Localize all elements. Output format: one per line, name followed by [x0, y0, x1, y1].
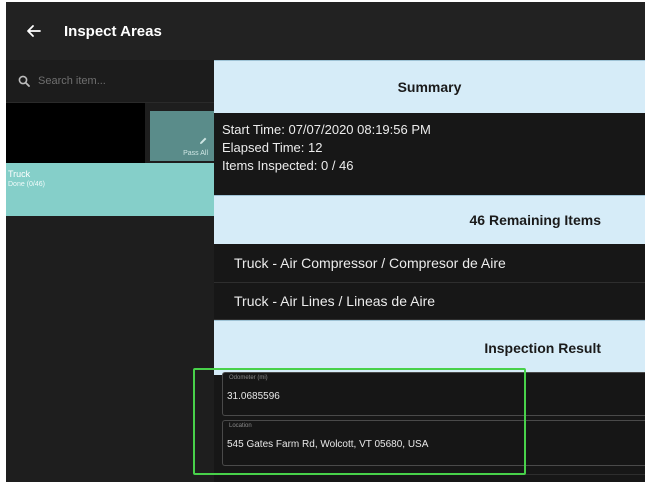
- area-item-truck[interactable]: Truck Done (0/46): [6, 163, 214, 216]
- location-field[interactable]: Location: [222, 420, 645, 466]
- location-label: Location: [229, 423, 252, 429]
- area-thumbnail: [6, 103, 145, 163]
- app-bar: Inspect Areas: [6, 2, 645, 60]
- list-item[interactable]: Truck - Air Lines / Lineas de Aire: [214, 283, 645, 320]
- app-screen: Inspect Areas Pass All Truck Done (0/46): [6, 2, 645, 482]
- odometer-field[interactable]: Odometer (mi): [222, 372, 645, 416]
- remaining-items-header: 46 Remaining Items: [214, 195, 645, 244]
- area-header: Pass All: [6, 103, 214, 163]
- arrow-left-icon: [27, 25, 41, 37]
- divider: [214, 474, 645, 475]
- back-button[interactable]: [14, 11, 54, 51]
- pass-all-label: Pass All: [183, 150, 208, 157]
- inspection-panel: Summary Start Time: 07/07/2020 08:19:56 …: [214, 60, 645, 482]
- list-item[interactable]: Truck - Air Compressor / Compresor de Ai…: [214, 244, 645, 283]
- pencil-icon: [200, 137, 207, 144]
- location-input[interactable]: [227, 439, 627, 450]
- search-bar: [6, 60, 214, 103]
- search-input[interactable]: [36, 74, 190, 88]
- areas-panel: Pass All Truck Done (0/46): [6, 60, 214, 482]
- area-item-status: Done (0/46): [8, 181, 45, 188]
- odometer-input[interactable]: [227, 391, 627, 402]
- page-title: Inspect Areas: [64, 22, 162, 40]
- pass-all-button[interactable]: Pass All: [150, 111, 214, 161]
- inspection-result-header: Inspection Result: [214, 320, 645, 375]
- area-item-name: Truck: [8, 169, 31, 179]
- start-time: Start Time: 07/07/2020 08:19:56 PM: [222, 122, 431, 137]
- summary-details: Start Time: 07/07/2020 08:19:56 PM Elaps…: [214, 113, 645, 195]
- elapsed-time: Elapsed Time: 12: [222, 140, 323, 155]
- search-icon: [18, 75, 30, 87]
- items-inspected: Items Inspected: 0 / 46: [222, 158, 354, 173]
- odometer-label: Odometer (mi): [229, 375, 268, 381]
- summary-header: Summary: [214, 60, 645, 113]
